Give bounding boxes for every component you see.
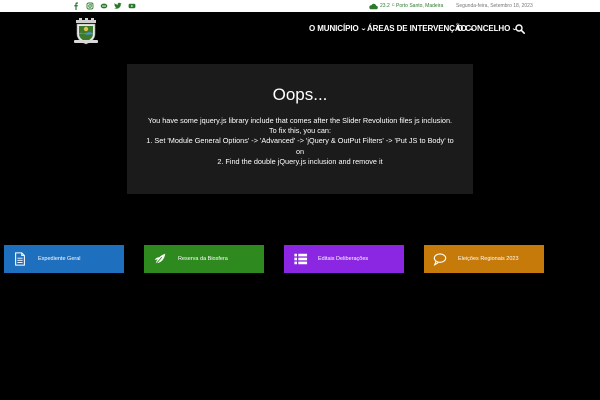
current-date: Segunda-feira, Setembro 18, 2023 bbox=[456, 3, 533, 9]
slider-error-box: Oops... You have some jquery.js library … bbox=[127, 64, 473, 194]
nav-item-label: O CONCELHO bbox=[457, 24, 511, 33]
flickr-icon[interactable] bbox=[100, 2, 108, 10]
speech-bubble-icon bbox=[432, 251, 448, 267]
error-line: You have some jquery.js library include … bbox=[147, 116, 453, 125]
weather-widget: 23.2 C bbox=[369, 1, 395, 11]
nav-item-o-concelho[interactable]: O CONCELHO ⌄ bbox=[457, 24, 518, 33]
error-title: Oops... bbox=[272, 85, 328, 104]
leaf-icon bbox=[152, 251, 168, 267]
facebook-icon[interactable] bbox=[72, 2, 80, 10]
search-button[interactable] bbox=[514, 22, 526, 34]
logo[interactable] bbox=[72, 17, 100, 45]
document-icon bbox=[12, 251, 28, 267]
tile-expediente-geral[interactable]: Expediente Geral bbox=[4, 245, 124, 273]
error-line: To fix this, you can: bbox=[268, 126, 332, 136]
error-line: 2. Find the double jQuery.js inclusion a… bbox=[217, 156, 383, 166]
error-line: on bbox=[295, 146, 305, 156]
error-line: 1. Set 'Module General Options' -> 'Adva… bbox=[146, 136, 454, 146]
list-icon bbox=[292, 251, 308, 267]
youtube-icon[interactable] bbox=[128, 2, 136, 10]
nav-item-label: O MUNICÍPIO bbox=[309, 24, 359, 33]
top-bar: 23.2 C Porto Santo, Madeira Segunda-feir… bbox=[0, 0, 600, 12]
tile-label: Editais Deliberações bbox=[318, 256, 369, 262]
temperature: 23.2 bbox=[380, 3, 390, 9]
nav-item-label: ÁREAS DE INTERVENÇÃO bbox=[367, 24, 467, 33]
tile-editais-deliberacoes[interactable]: Editais Deliberações bbox=[284, 245, 404, 273]
tile-label: Eleições Regionais 2023 bbox=[458, 256, 519, 262]
twitter-icon[interactable] bbox=[114, 2, 122, 10]
chevron-down-icon: ⌄ bbox=[359, 26, 367, 32]
tile-label: Expediente Geral bbox=[38, 256, 81, 262]
nav-item-municipio[interactable]: O MUNICÍPIO ⌄ bbox=[309, 24, 366, 33]
weather-location: Porto Santo, Madeira bbox=[396, 3, 444, 9]
temperature-unit: C bbox=[391, 1, 395, 7]
search-icon bbox=[515, 24, 525, 34]
tile-eleicoes-regionais-2023[interactable]: Eleições Regionais 2023 bbox=[424, 245, 544, 273]
tile-reserva-da-biosfera[interactable]: Reserva da Biosfera bbox=[144, 245, 264, 273]
tile-label: Reserva da Biosfera bbox=[178, 256, 228, 262]
error-message: You have some jquery.js library include … bbox=[127, 116, 473, 167]
cloud-icon bbox=[369, 3, 378, 9]
instagram-icon[interactable] bbox=[86, 2, 94, 10]
municipal-coat-of-arms-icon bbox=[74, 18, 98, 45]
